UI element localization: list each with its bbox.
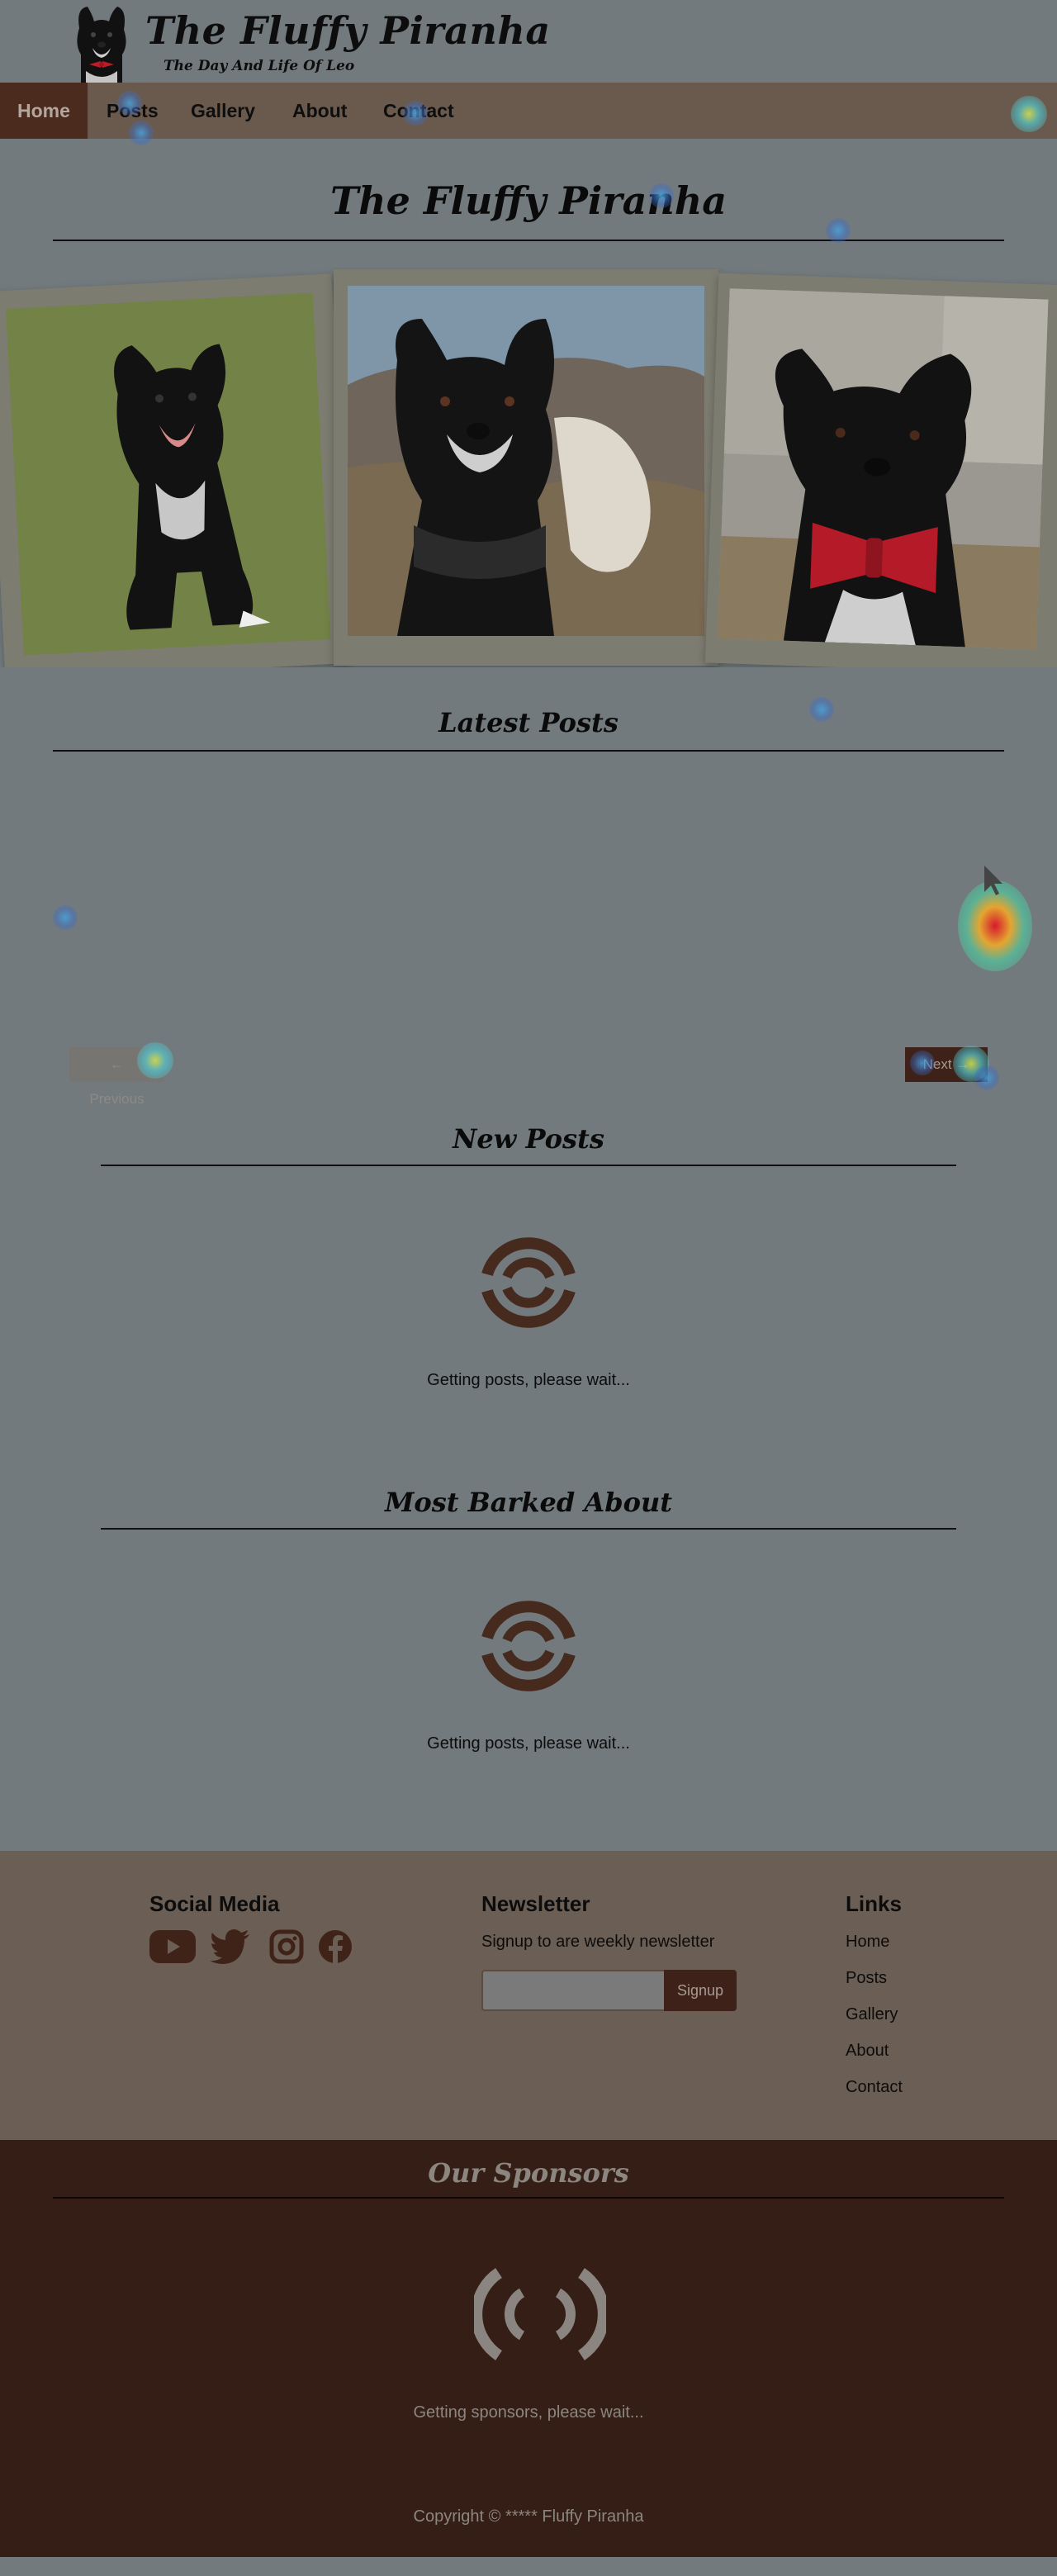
footer-link-about[interactable]: About xyxy=(846,2042,889,2061)
previous-button[interactable]: ← Previous xyxy=(69,1047,164,1107)
instagram-icon[interactable] xyxy=(269,1929,304,1964)
sponsors-divider xyxy=(53,2197,1004,2199)
nav-item-contact[interactable]: Contact xyxy=(383,83,454,139)
latest-posts-divider xyxy=(53,750,1004,752)
site-tagline: The Day And Life Of Leo xyxy=(164,58,355,74)
sponsors-title: Our Sponsors xyxy=(428,2157,629,2189)
new-posts-title: New Posts xyxy=(453,1123,604,1155)
footer-link-home[interactable]: Home xyxy=(846,1933,889,1952)
next-button[interactable]: Next → xyxy=(905,1047,988,1082)
sponsors-loading-text: Getting sponsors, please wait... xyxy=(413,2403,644,2422)
latest-posts-title: Latest Posts xyxy=(438,707,619,738)
most-barked-loading-text: Getting posts, please wait... xyxy=(427,1734,630,1753)
nav-item-home[interactable]: Home xyxy=(0,83,88,139)
nav-item-gallery[interactable]: Gallery xyxy=(191,83,255,139)
dog-on-rocks-photo xyxy=(348,286,704,636)
new-posts-loading-text: Getting posts, please wait... xyxy=(427,1371,630,1389)
logo-dog-image[interactable] xyxy=(68,3,135,83)
social-media-heading: Social Media xyxy=(149,1891,280,1916)
new-posts-divider xyxy=(101,1165,956,1166)
newsletter-heading: Newsletter xyxy=(481,1891,590,1916)
footer-link-gallery[interactable]: Gallery xyxy=(846,2005,898,2024)
newsletter-signup-button[interactable]: Signup xyxy=(664,1970,737,2011)
copyright-text: Copyright © ***** Fluffy Piranha xyxy=(413,2507,644,2526)
heatmap-spot xyxy=(53,905,78,930)
newsletter-email-input[interactable] xyxy=(481,1970,665,2011)
footer-link-posts[interactable]: Posts xyxy=(846,1969,887,1988)
footer-link-contact[interactable]: Contact xyxy=(846,2078,903,2097)
most-barked-loading-icon xyxy=(481,1601,576,1691)
new-posts-loading-icon xyxy=(481,1237,576,1328)
hero-divider xyxy=(53,240,1004,241)
twitter-icon[interactable] xyxy=(210,1929,251,1964)
links-heading: Links xyxy=(846,1891,902,1916)
most-barked-title: Most Barked About xyxy=(385,1487,672,1518)
site-title[interactable]: The Fluffy Piranha xyxy=(145,8,551,53)
facebook-icon[interactable] xyxy=(318,1929,353,1964)
hero-title: The Fluffy Piranha xyxy=(329,178,728,223)
youtube-icon[interactable] xyxy=(149,1929,197,1964)
most-barked-divider xyxy=(101,1528,956,1530)
dog-on-grass-photo xyxy=(6,292,331,656)
cursor-pointer-icon xyxy=(984,866,1002,895)
photo-card-center[interactable] xyxy=(334,269,718,666)
nav-item-about[interactable]: About xyxy=(292,83,347,139)
photo-card-right[interactable] xyxy=(704,273,1057,667)
photo-card-left[interactable] xyxy=(0,273,353,667)
newsletter-description: Signup to are weekly newsletter xyxy=(481,1933,715,1951)
main-nav: Home Posts Gallery About Contact xyxy=(0,83,1057,139)
photo-gallery-strip xyxy=(0,268,1057,667)
dog-with-bowtie-photo xyxy=(717,288,1049,650)
site-header: The Fluffy Piranha The Day And Life Of L… xyxy=(0,0,1057,83)
nav-item-posts[interactable]: Posts xyxy=(107,83,159,139)
sponsors-loading-icon xyxy=(474,2268,606,2360)
